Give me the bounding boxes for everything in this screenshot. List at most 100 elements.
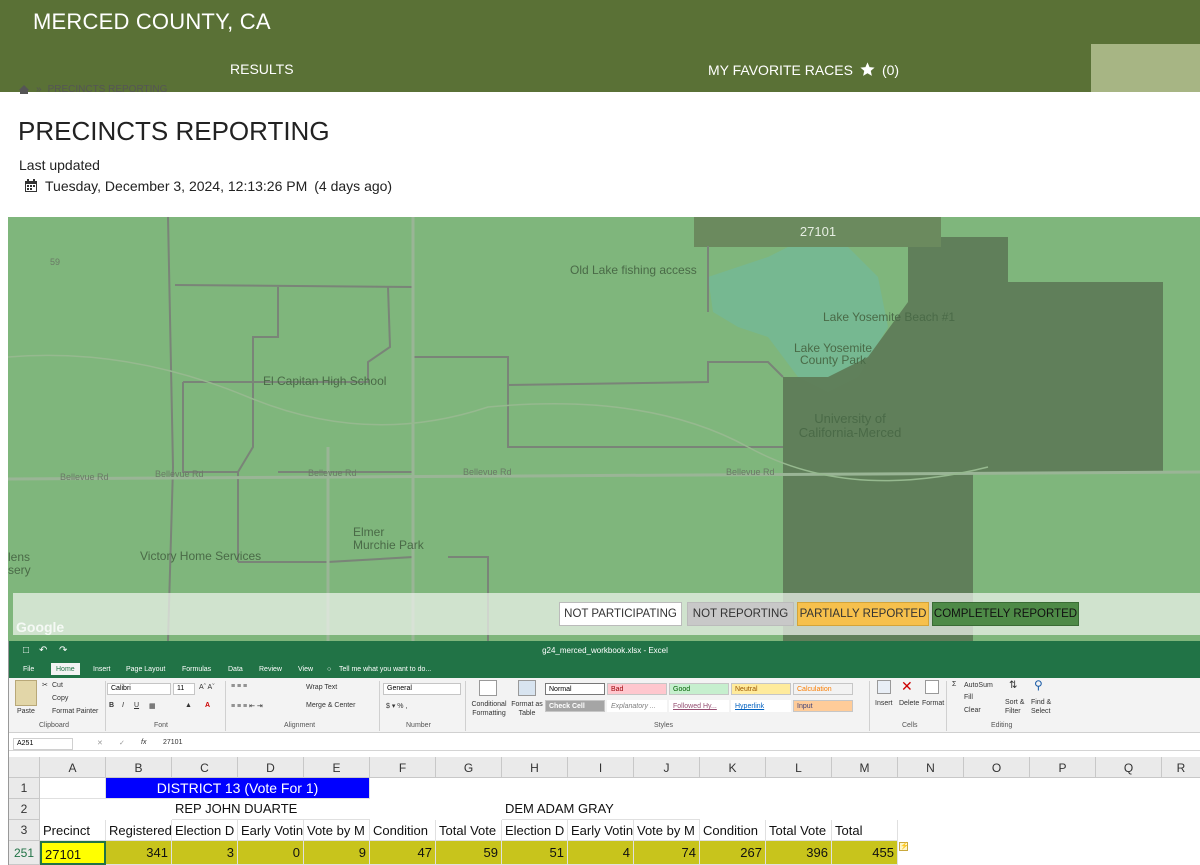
tab-view[interactable]: View [298, 666, 313, 673]
tab-formulas[interactable]: Formulas [182, 666, 211, 673]
clear-button[interactable]: Clear [964, 707, 981, 714]
legend-partially-reported[interactable]: PARTIALLY REPORTED [797, 602, 929, 626]
tab-data[interactable]: Data [228, 666, 243, 673]
data-cell[interactable]: 74 [634, 841, 700, 865]
col-header-o[interactable]: O [964, 757, 1030, 778]
data-cell[interactable]: 4 [568, 841, 634, 865]
cancel-icon[interactable]: ✕ [97, 739, 103, 747]
col-header-i[interactable]: I [568, 757, 634, 778]
style-bad[interactable]: Bad [607, 683, 667, 695]
data-cell[interactable]: 9 [304, 841, 370, 865]
style-normal[interactable]: Normal [545, 683, 605, 695]
tab-page-layout[interactable]: Page Layout [126, 666, 165, 673]
data-cell[interactable]: 0 [238, 841, 304, 865]
grow-font-icon[interactable]: Aˆ Aˇ [199, 684, 215, 691]
font-name-select[interactable]: Calibri [107, 683, 171, 695]
header-cell[interactable]: Registered [106, 820, 172, 841]
tell-me-search[interactable]: Tell me what you want to do... [339, 666, 431, 673]
tab-review[interactable]: Review [259, 666, 282, 673]
col-header-g[interactable]: G [436, 757, 502, 778]
col-header-l[interactable]: L [766, 757, 832, 778]
col-header-q[interactable]: Q [1096, 757, 1162, 778]
paste-button[interactable]: Paste [17, 708, 35, 715]
paste-icon[interactable] [15, 680, 37, 706]
cut-button[interactable]: Cut [52, 682, 63, 689]
conditional-formatting-icon[interactable] [479, 680, 497, 696]
col-header-h[interactable]: H [502, 757, 568, 778]
format-cells-icon[interactable] [925, 680, 939, 694]
italic-button[interactable]: I [122, 702, 124, 709]
col-header-r[interactable]: R [1162, 757, 1200, 778]
style-check-cell[interactable]: Check Cell [545, 700, 605, 712]
delete-button[interactable]: Delete [899, 700, 919, 707]
name-box[interactable]: A251 [13, 738, 73, 750]
header-cell[interactable]: Election D [172, 820, 238, 841]
col-header-a[interactable]: A [40, 757, 106, 778]
col-header-p[interactable]: P [1030, 757, 1096, 778]
header-cell[interactable]: Condition [370, 820, 436, 841]
header-cell[interactable]: Election D [502, 820, 568, 841]
style-input[interactable]: Input [793, 700, 853, 712]
underline-button[interactable]: U [134, 702, 139, 709]
font-color-icon[interactable]: A [205, 702, 210, 709]
fill-color-icon[interactable]: ▲ [185, 702, 192, 709]
col-header-d[interactable]: D [238, 757, 304, 778]
style-calculation[interactable]: Calculation [793, 683, 853, 695]
sort-filter-icon[interactable]: ⇅ [1009, 680, 1017, 691]
header-cell[interactable]: Total [832, 820, 898, 841]
data-cell[interactable]: 267 [700, 841, 766, 865]
header-cell[interactable]: Vote by M [634, 820, 700, 841]
data-cell[interactable]: 396 [766, 841, 832, 865]
home-icon[interactable] [18, 84, 30, 94]
format-as-table-button[interactable]: Format as Table [511, 700, 543, 718]
cut-icon[interactable]: ✂ [42, 681, 48, 689]
row-header-251[interactable]: 251 [9, 841, 40, 865]
style-hyperlink[interactable]: Hyperlink [731, 700, 791, 712]
format-as-table-icon[interactable] [518, 680, 536, 696]
header-cell[interactable]: Vote by M [304, 820, 370, 841]
wrap-text-button[interactable]: Wrap Text [306, 684, 337, 691]
style-explanatory[interactable]: Explanatory ... [607, 700, 667, 712]
tab-home[interactable]: Home [51, 663, 80, 675]
autosum-icon[interactable]: Σ [952, 681, 956, 688]
style-followed-hyperlink[interactable]: Followed Hy... [669, 700, 729, 712]
header-cell[interactable]: Condition [700, 820, 766, 841]
insert-button[interactable]: Insert [875, 700, 893, 707]
nav-results[interactable]: RESULTS [230, 61, 294, 77]
row-header-3[interactable]: 3 [9, 820, 40, 841]
enter-icon[interactable]: ✓ [119, 739, 125, 747]
data-cell[interactable]: 51 [502, 841, 568, 865]
cell-a251-precinct[interactable]: 27101 [40, 841, 106, 865]
currency-icon[interactable]: $ ▾ % , [386, 702, 407, 710]
col-header-n[interactable]: N [898, 757, 964, 778]
header-cell[interactable]: Total Vote [766, 820, 832, 841]
header-cell[interactable]: Precinct [40, 820, 106, 841]
style-good[interactable]: Good [669, 683, 729, 695]
data-cell[interactable]: 341 [106, 841, 172, 865]
quick-analysis-icon[interactable]: ⚡ [899, 842, 909, 851]
spreadsheet-grid[interactable]: A B C D E F G H I J K L M N O P Q R 1 DI… [9, 757, 1200, 865]
county-title[interactable]: MERCED COUNTY, CA [33, 9, 271, 35]
col-header-e[interactable]: E [304, 757, 370, 778]
data-cell[interactable]: 47 [370, 841, 436, 865]
copy-button[interactable]: Copy [52, 695, 68, 702]
precinct-map[interactable]: 27101 Old Lake fishing access Lake Yosem… [8, 217, 1200, 641]
legend-not-participating[interactable]: NOT PARTICIPATING [559, 602, 682, 626]
nav-favorite-races[interactable]: MY FAVORITE RACES (0) [708, 61, 899, 78]
tab-file[interactable]: File [23, 666, 34, 673]
data-cell[interactable]: 455 [832, 841, 898, 865]
delete-cells-icon[interactable]: ✕ [901, 678, 913, 695]
format-painter-button[interactable]: Format Painter [52, 708, 98, 715]
select-all-corner[interactable] [9, 757, 40, 778]
number-format-select[interactable]: General [383, 683, 461, 695]
function-icon[interactable]: fx [141, 739, 146, 746]
col-header-c[interactable]: C [172, 757, 238, 778]
data-cell[interactable]: 3 [172, 841, 238, 865]
row-header-2[interactable]: 2 [9, 799, 40, 820]
find-select-button[interactable]: Find & Select [1031, 698, 1051, 716]
rep-candidate-cell[interactable]: REP JOHN DUARTE [172, 799, 370, 820]
legend-not-reporting[interactable]: NOT REPORTING [687, 602, 794, 626]
tab-insert[interactable]: Insert [93, 666, 111, 673]
align-left-icon[interactable]: ≡ ≡ ≡ ⇤ ⇥ [231, 702, 263, 710]
fill-button[interactable]: Fill [964, 694, 973, 701]
